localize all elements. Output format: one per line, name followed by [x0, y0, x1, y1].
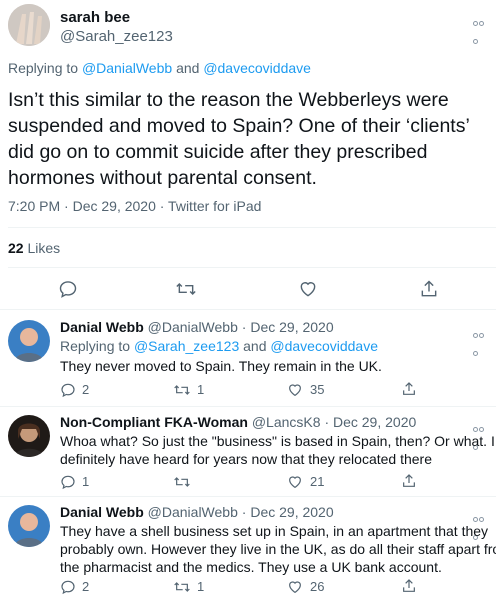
likes-label: Likes [27, 240, 61, 256]
reply-icon[interactable] [60, 579, 76, 595]
author-name[interactable]: Danial Webb [60, 319, 144, 335]
reply-header: Danial Webb @DanialWebb · Dec 29, 2020 [60, 504, 334, 520]
avatar[interactable] [8, 4, 50, 46]
reply-text: They never moved to Spain. They remain i… [60, 358, 382, 374]
divider [0, 496, 496, 497]
divider [8, 227, 496, 228]
replying-and: and [243, 338, 267, 354]
mention-link[interactable]: @davecoviddave [270, 338, 378, 354]
reply-icon[interactable] [60, 382, 76, 398]
like-icon[interactable] [287, 474, 303, 490]
reply-date[interactable]: · Dec 29, 2020 [324, 414, 416, 430]
author-handle[interactable]: @LancsK8 [252, 414, 321, 430]
reply-icon[interactable] [60, 474, 76, 490]
reply-header: Danial Webb @DanialWebb · Dec 29, 2020 [60, 319, 334, 335]
reply-date[interactable]: · Dec 29, 2020 [242, 504, 334, 520]
retweet-count: 1 [197, 579, 205, 594]
reply-date[interactable]: · Dec 29, 2020 [242, 319, 334, 335]
avatar[interactable] [8, 415, 50, 457]
like-count: 21 [310, 474, 325, 489]
retweet-icon[interactable] [173, 474, 191, 490]
retweet-icon[interactable] [175, 279, 197, 299]
divider [0, 406, 496, 407]
mention-link[interactable]: @Sarah_zee123 [134, 338, 239, 354]
replying-to-line: Replying to @DanialWebb and @davecovidda… [8, 60, 311, 76]
reply-text-line: Whoa what? So just the "business" is bas… [60, 433, 495, 449]
divider [8, 267, 496, 268]
replying-and: and [176, 60, 200, 76]
reply-icon[interactable] [58, 279, 78, 299]
reply-count: 2 [82, 579, 90, 594]
like-icon[interactable] [287, 579, 303, 595]
more-options-icon[interactable] [473, 419, 489, 450]
author-name[interactable]: sarah bee [60, 9, 130, 26]
share-icon[interactable] [401, 473, 417, 489]
retweet-count: 1 [197, 382, 205, 397]
mention-link[interactable]: @DanialWebb [82, 60, 172, 76]
reply-header: Non-Compliant FKA-Woman @LancsK8 · Dec 2… [60, 414, 416, 430]
like-count: 35 [310, 382, 325, 397]
reply-text-line: definitely have heard for years now that… [60, 451, 432, 467]
reply-text-line: probably own. However they live in the U… [60, 541, 496, 557]
reply-count: 1 [82, 474, 90, 489]
like-count: 26 [310, 579, 325, 594]
share-icon[interactable] [401, 578, 417, 594]
divider [0, 309, 496, 310]
reply-text-line: They have a shell business set up in Spa… [60, 523, 489, 539]
author-name[interactable]: Danial Webb [60, 504, 144, 520]
replying-prefix: Replying to [60, 338, 131, 354]
reply-count: 2 [82, 382, 90, 397]
share-icon[interactable] [419, 279, 439, 299]
more-options-icon[interactable] [473, 13, 489, 44]
retweet-icon[interactable] [173, 579, 191, 595]
share-icon[interactable] [401, 381, 417, 397]
tweet-timestamp[interactable]: 7:20 PM · Dec 29, 2020 · Twitter for iPa… [8, 198, 261, 214]
replying-prefix: Replying to [8, 60, 79, 76]
like-icon[interactable] [287, 382, 303, 398]
likes-count: 22 [8, 240, 24, 256]
mention-link[interactable]: @davecoviddave [203, 60, 311, 76]
like-icon[interactable] [298, 279, 318, 299]
avatar[interactable] [8, 320, 50, 362]
author-name[interactable]: Non-Compliant FKA-Woman [60, 414, 248, 430]
retweet-icon[interactable] [173, 382, 191, 398]
tweet-text: Isn’t this similar to the reason the Web… [8, 89, 470, 189]
reply-text-line: the pharmacist and the medics. They use … [60, 559, 442, 575]
likes-summary[interactable]: 22 Likes [8, 240, 60, 256]
avatar[interactable] [8, 505, 50, 547]
author-handle[interactable]: @DanialWebb [148, 319, 238, 335]
more-options-icon[interactable] [473, 325, 489, 356]
author-handle[interactable]: @DanialWebb [148, 504, 238, 520]
author-handle[interactable]: @Sarah_zee123 [60, 28, 173, 45]
more-options-icon[interactable] [473, 509, 489, 540]
replying-to-line: Replying to @Sarah_zee123 and @davecovid… [60, 338, 378, 354]
